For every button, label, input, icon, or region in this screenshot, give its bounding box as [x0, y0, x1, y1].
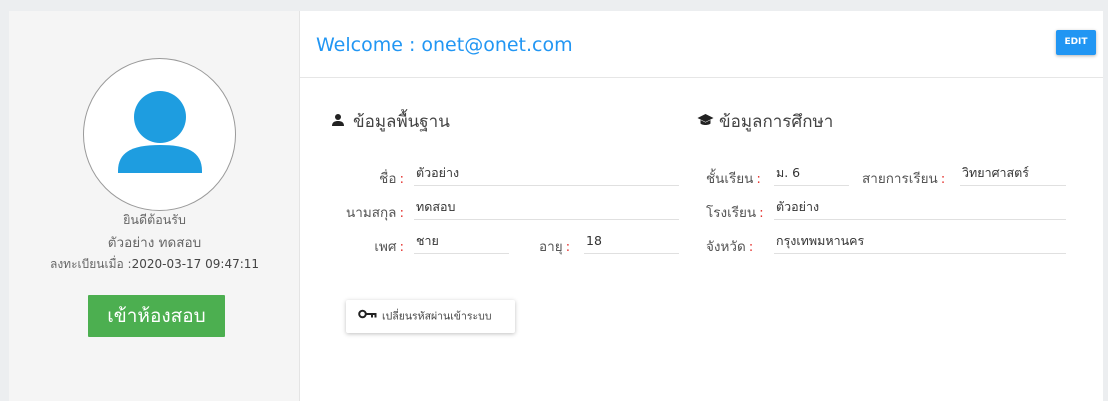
basic-info-title: ข้อมูลพื้นฐาน: [353, 112, 450, 132]
first-name-label: ชื่อ:: [379, 171, 404, 187]
province-label: จังหวัด:: [706, 239, 754, 255]
education-info-heading: ข้อมูลการศึกษา: [697, 108, 833, 135]
school-label: โรงเรียน:: [706, 205, 764, 221]
province-field[interactable]: กรุงเทพมหานคร: [774, 232, 1066, 254]
change-password-button[interactable]: เปลี่ยนรหัสผ่านเข้าระบบ: [346, 300, 515, 333]
enter-exam-room-button[interactable]: เข้าห้องสอบ: [88, 295, 225, 337]
key-icon: [358, 300, 378, 333]
change-password-label: เปลี่ยนรหัสผ่านเข้าระบบ: [382, 310, 492, 323]
last-name-field[interactable]: ทดสอบ: [414, 198, 679, 220]
program-label: สายการเรียน:: [862, 171, 946, 187]
grade-field[interactable]: ม. 6: [774, 164, 849, 186]
basic-info-heading: ข้อมูลพื้นฐาน: [331, 108, 450, 135]
graduation-cap-icon: [697, 112, 714, 132]
education-info-title: ข้อมูลการศึกษา: [719, 112, 834, 132]
age-field[interactable]: 18: [584, 232, 679, 254]
person-icon: [331, 112, 347, 132]
program-field[interactable]: วิทยาศาสตร์: [960, 164, 1066, 186]
page-title: Welcome : onet@onet.com: [316, 34, 573, 56]
gender-field[interactable]: ชาย: [414, 232, 509, 254]
profile-panel: ยินดีต้อนรับ ตัวอย่าง ทดสอบ ลงทะเบียนเมื…: [9, 11, 300, 401]
registered-value: 2020-03-17 09:47:11: [131, 257, 260, 271]
last-name-label: นามสกุล:: [346, 205, 404, 221]
first-name-field[interactable]: ตัวอย่าง: [414, 164, 679, 186]
user-avatar-icon: [83, 58, 236, 211]
school-field[interactable]: ตัวอย่าง: [774, 198, 1066, 220]
registered-label: ลงทะเบียนเมื่อ :: [49, 257, 132, 271]
edit-button[interactable]: EDIT: [1056, 30, 1096, 55]
grade-label: ชั้นเรียน:: [706, 171, 761, 187]
greeting-text: ยินดีต้อนรับ: [123, 212, 186, 227]
registered-date: ลงทะเบียนเมื่อ :2020-03-17 09:47:11: [9, 255, 300, 274]
age-label: อายุ:: [539, 239, 571, 255]
gender-label: เพศ:: [374, 239, 404, 255]
content-header: Welcome : onet@onet.com EDIT: [300, 11, 1103, 78]
user-full-name: ตัวอย่าง ทดสอบ: [107, 235, 202, 251]
